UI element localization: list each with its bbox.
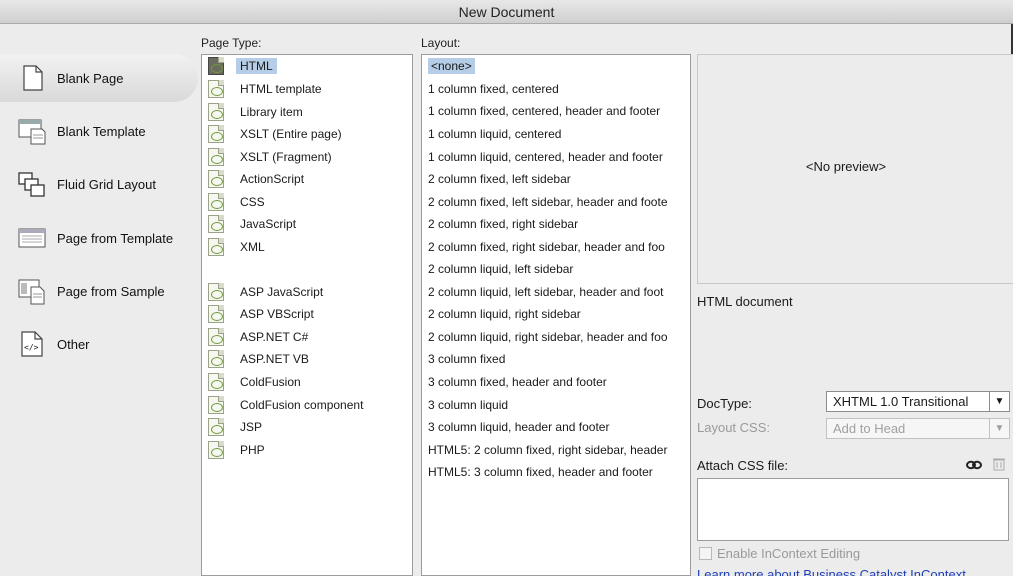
list-item[interactable]: 2 column liquid, right sidebar, header a… [428, 326, 668, 349]
window-titlebar: New Document [0, 0, 1013, 24]
file-icon [208, 80, 224, 98]
list-item[interactable]: 2 column fixed, right sidebar, header an… [428, 236, 665, 259]
incontext-checkbox[interactable] [699, 547, 712, 560]
file-icon [208, 373, 224, 391]
sidebar-item-label: Blank Template [57, 123, 146, 139]
learn-more-link[interactable]: Learn more about Business Catalyst InCon… [697, 567, 966, 576]
list-item[interactable]: JavaScript [208, 213, 300, 235]
list-item[interactable]: 3 column fixed, header and footer [428, 371, 607, 394]
doctype-select[interactable]: XHTML 1.0 Transitional ▼ [826, 391, 1010, 412]
list-item[interactable]: HTML [208, 55, 277, 77]
list-item[interactable]: 2 column fixed, right sidebar [428, 213, 578, 236]
list-item[interactable]: 3 column fixed [428, 348, 505, 371]
list-item[interactable]: 2 column fixed, left sidebar [428, 168, 571, 191]
page-type-list[interactable]: HTML HTML template Library item XSLT (En… [201, 54, 413, 576]
file-icon [208, 328, 224, 346]
file-icon [208, 350, 224, 368]
layout-css-select[interactable]: Add to Head ▼ [826, 418, 1010, 439]
trash-icon[interactable] [991, 457, 1007, 471]
sidebar-item-fluid-grid-layout[interactable]: Fluid Grid Layout [0, 160, 198, 208]
sidebar-item-blank-template[interactable]: Blank Template [0, 107, 198, 155]
list-item[interactable]: ColdFusion [208, 371, 305, 393]
list-item[interactable]: 1 column fixed, centered, header and foo… [428, 100, 660, 123]
file-icon [208, 193, 224, 211]
list-item[interactable]: XML [208, 236, 269, 258]
list-item[interactable]: ASP.NET C# [208, 326, 312, 348]
file-icon [208, 305, 224, 323]
list-item[interactable]: 2 column liquid, left sidebar, header an… [428, 281, 664, 304]
list-item[interactable]: CSS [208, 191, 269, 213]
file-icon [208, 396, 224, 414]
incontext-label: Enable InContext Editing [717, 546, 861, 561]
layout-css-label: Layout CSS: [697, 420, 770, 435]
sidebar-item-label: Page from Sample [57, 283, 165, 299]
attach-link-icon[interactable] [966, 458, 982, 472]
list-item[interactable]: ASP.NET VB [208, 348, 313, 370]
file-icon [208, 125, 224, 143]
chevron-down-icon: ▼ [989, 419, 1009, 438]
sidebar-item-label: Other [57, 336, 90, 352]
sidebar-item-blank-page[interactable]: Blank Page [0, 54, 198, 102]
fluid-grid-icon [18, 172, 45, 197]
list-item[interactable]: 2 column fixed, left sidebar, header and… [428, 191, 668, 214]
sidebar-item-page-from-template[interactable]: Page from Template [0, 214, 198, 262]
layout-list[interactable]: <none> 1 column fixed, centered 1 column… [421, 54, 691, 576]
file-icon [208, 238, 224, 256]
list-item[interactable]: PHP [208, 439, 269, 461]
blank-template-icon [18, 119, 46, 145]
sidebar-item-page-from-sample[interactable]: Page from Sample [0, 267, 198, 315]
list-item[interactable]: 1 column liquid, centered [428, 123, 561, 146]
list-item[interactable]: Library item [208, 101, 307, 123]
sidebar-item-other[interactable]: </> Other [0, 320, 198, 368]
attach-css-label: Attach CSS file: [697, 458, 789, 473]
list-item[interactable]: 1 column liquid, centered, header and fo… [428, 146, 663, 169]
preview-pane: <No preview> [697, 54, 1013, 284]
blank-page-icon [23, 65, 43, 91]
file-icon [208, 103, 224, 121]
file-icon [208, 148, 224, 166]
file-icon [208, 170, 224, 188]
page-from-sample-icon [18, 279, 45, 305]
layout-css-value: Add to Head [833, 421, 906, 436]
page-type-header: Page Type: [201, 36, 262, 50]
sidebar-item-label: Blank Page [57, 70, 124, 86]
svg-text:</>: </> [24, 343, 39, 352]
list-item[interactable]: 2 column liquid, left sidebar [428, 258, 573, 281]
list-item[interactable]: <none> [428, 55, 475, 78]
list-item[interactable]: ColdFusion component [208, 394, 367, 416]
list-item[interactable]: ActionScript [208, 168, 308, 190]
file-icon [208, 418, 224, 436]
file-icon [208, 283, 224, 301]
layout-header: Layout: [421, 36, 461, 50]
list-item[interactable]: HTML template [208, 78, 326, 100]
code-tag-icon: </> [21, 331, 43, 357]
list-item[interactable]: HTML5: 2 column fixed, right sidebar, he… [428, 439, 667, 462]
chevron-down-icon: ▼ [989, 392, 1009, 411]
doctype-value: XHTML 1.0 Transitional [833, 394, 969, 409]
file-icon [208, 441, 224, 459]
list-item[interactable]: 1 column fixed, centered [428, 78, 559, 101]
list-item[interactable]: HTML5: 3 column fixed, header and footer [428, 461, 653, 484]
preview-placeholder: <No preview> [805, 159, 887, 174]
list-item[interactable]: XSLT (Entire page) [208, 123, 346, 145]
list-item[interactable]: 3 column liquid, header and footer [428, 416, 609, 439]
list-item[interactable]: JSP [208, 416, 266, 438]
document-description: HTML document [697, 294, 793, 309]
window-title: New Document [458, 4, 555, 20]
html-file-icon [208, 57, 224, 75]
attached-css-list[interactable] [697, 478, 1009, 541]
list-item[interactable]: 2 column liquid, right sidebar [428, 303, 581, 326]
file-icon [208, 215, 224, 233]
list-item[interactable]: 3 column liquid [428, 394, 508, 417]
page-from-template-icon [18, 228, 46, 248]
doctype-label: DocType: [697, 396, 752, 411]
list-item[interactable]: ASP JavaScript [208, 281, 327, 303]
list-item[interactable]: XSLT (Fragment) [208, 146, 336, 168]
list-item[interactable]: ASP VBScript [208, 303, 318, 325]
sidebar-item-label: Fluid Grid Layout [57, 176, 156, 192]
sidebar-item-label: Page from Template [57, 230, 174, 246]
